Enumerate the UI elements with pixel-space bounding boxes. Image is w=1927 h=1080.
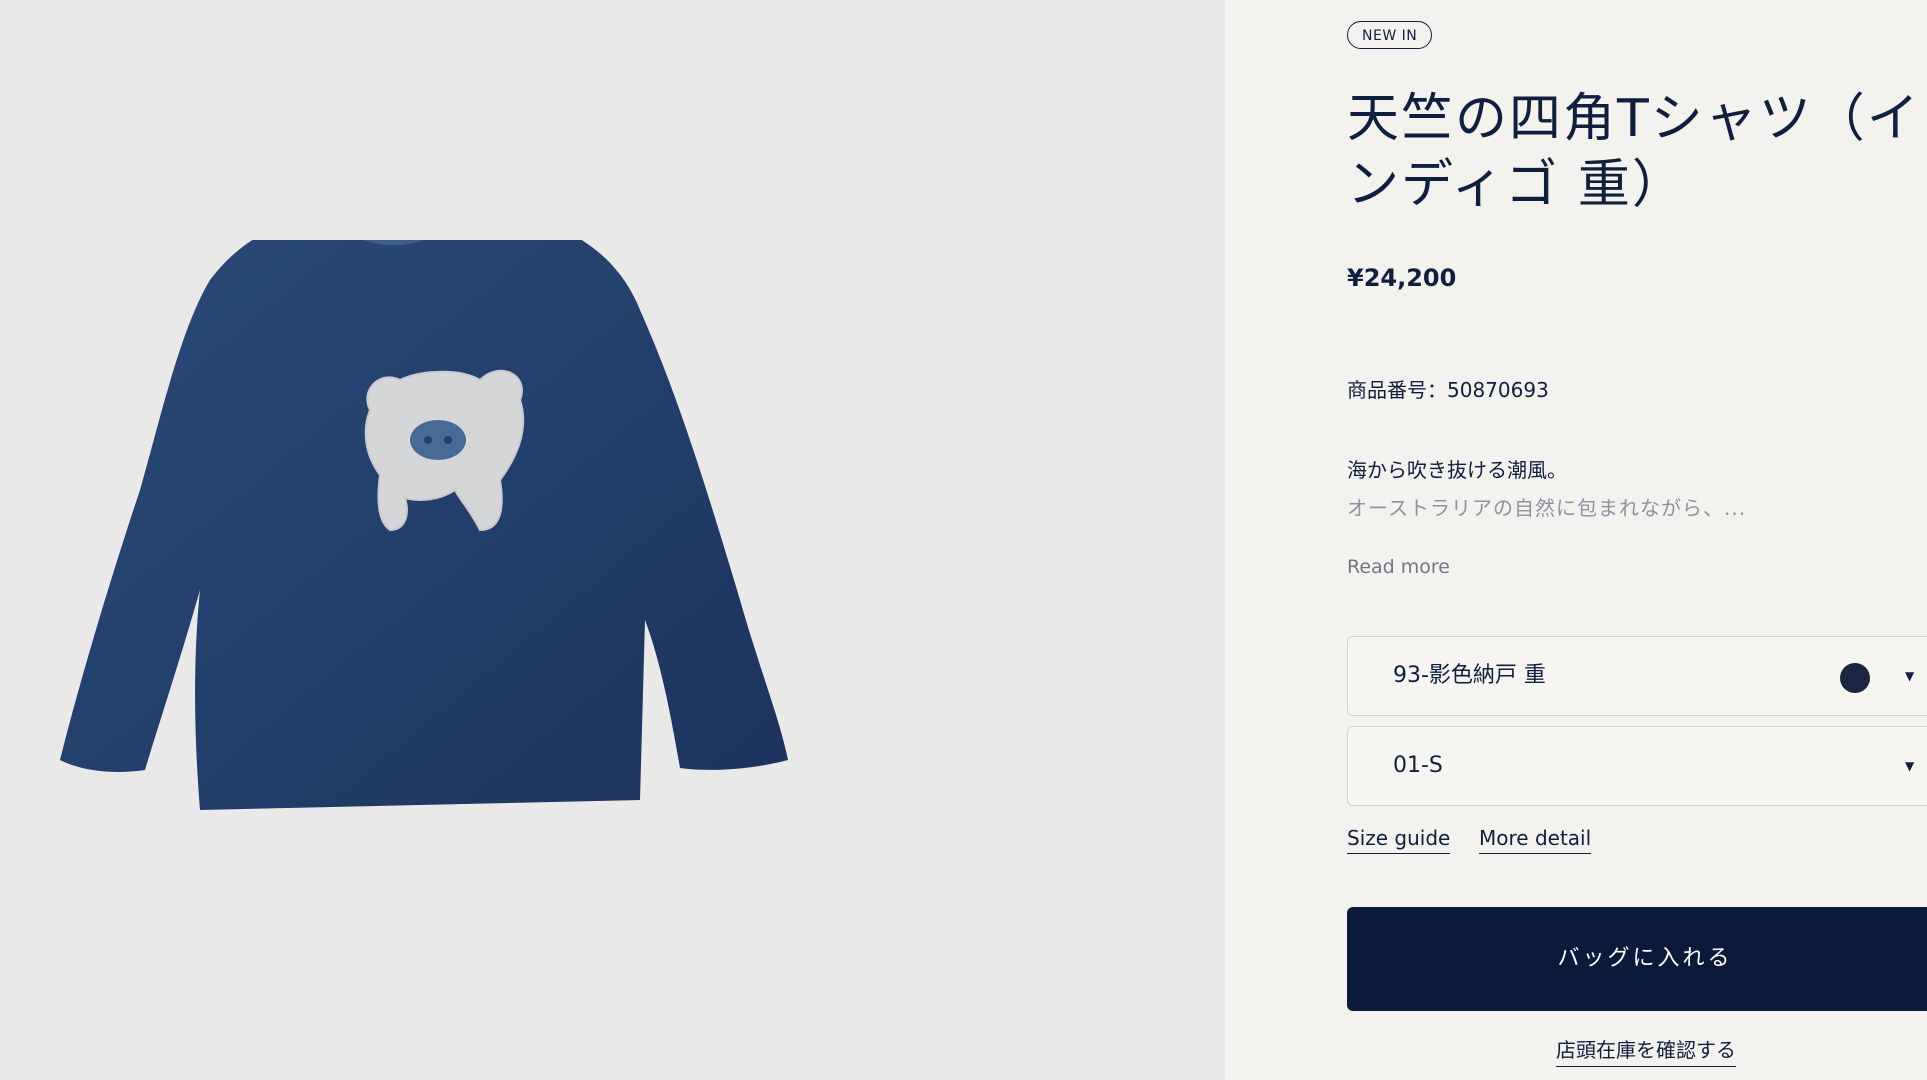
color-swatch: [1840, 663, 1870, 693]
product-price: ¥24,200: [1347, 264, 1457, 292]
product-image[interactable]: [60, 240, 970, 1020]
more-detail-link[interactable]: More detail: [1479, 826, 1592, 854]
new-in-badge: NEW IN: [1347, 21, 1433, 49]
add-to-bag-button[interactable]: バッグに入れる: [1347, 907, 1927, 1011]
size-select[interactable]: 01-S ▼: [1347, 726, 1927, 806]
product-page: NEW IN 天竺の四角Tシャツ（イ ンディゴ 重） ¥24,200 商品番号：…: [0, 0, 1927, 1080]
shirt-body: [60, 240, 788, 810]
color-select-value: 93-影色納戸 重: [1393, 663, 1546, 688]
product-title: 天竺の四角Tシャツ（イ ンディゴ 重）: [1347, 86, 1927, 218]
size-guide-link[interactable]: Size guide: [1347, 826, 1451, 854]
color-select[interactable]: 93-影色納戸 重 ▼: [1347, 636, 1927, 716]
product-title-line-1: 天竺の四角Tシャツ（イ: [1347, 89, 1921, 149]
store-stock-link[interactable]: 店頭在庫を確認する: [1556, 1034, 1736, 1067]
product-title-line-2: ンディゴ 重）: [1347, 155, 1686, 215]
add-to-bag-label: バッグに入れる: [1557, 946, 1733, 971]
product-image-pane: [0, 0, 1225, 1080]
chevron-down-icon: ▼: [1905, 759, 1915, 773]
description-preview: オーストラリアの自然に包まれながら、...: [1347, 496, 1747, 520]
product-sku: 商品番号：50870693: [1347, 378, 1549, 402]
read-more-link[interactable]: Read more: [1347, 556, 1450, 578]
chevron-down-icon: ▼: [1905, 669, 1915, 683]
description-lead: 海から吹き抜ける潮風。: [1347, 458, 1567, 482]
size-select-value: 01-S: [1393, 753, 1443, 778]
